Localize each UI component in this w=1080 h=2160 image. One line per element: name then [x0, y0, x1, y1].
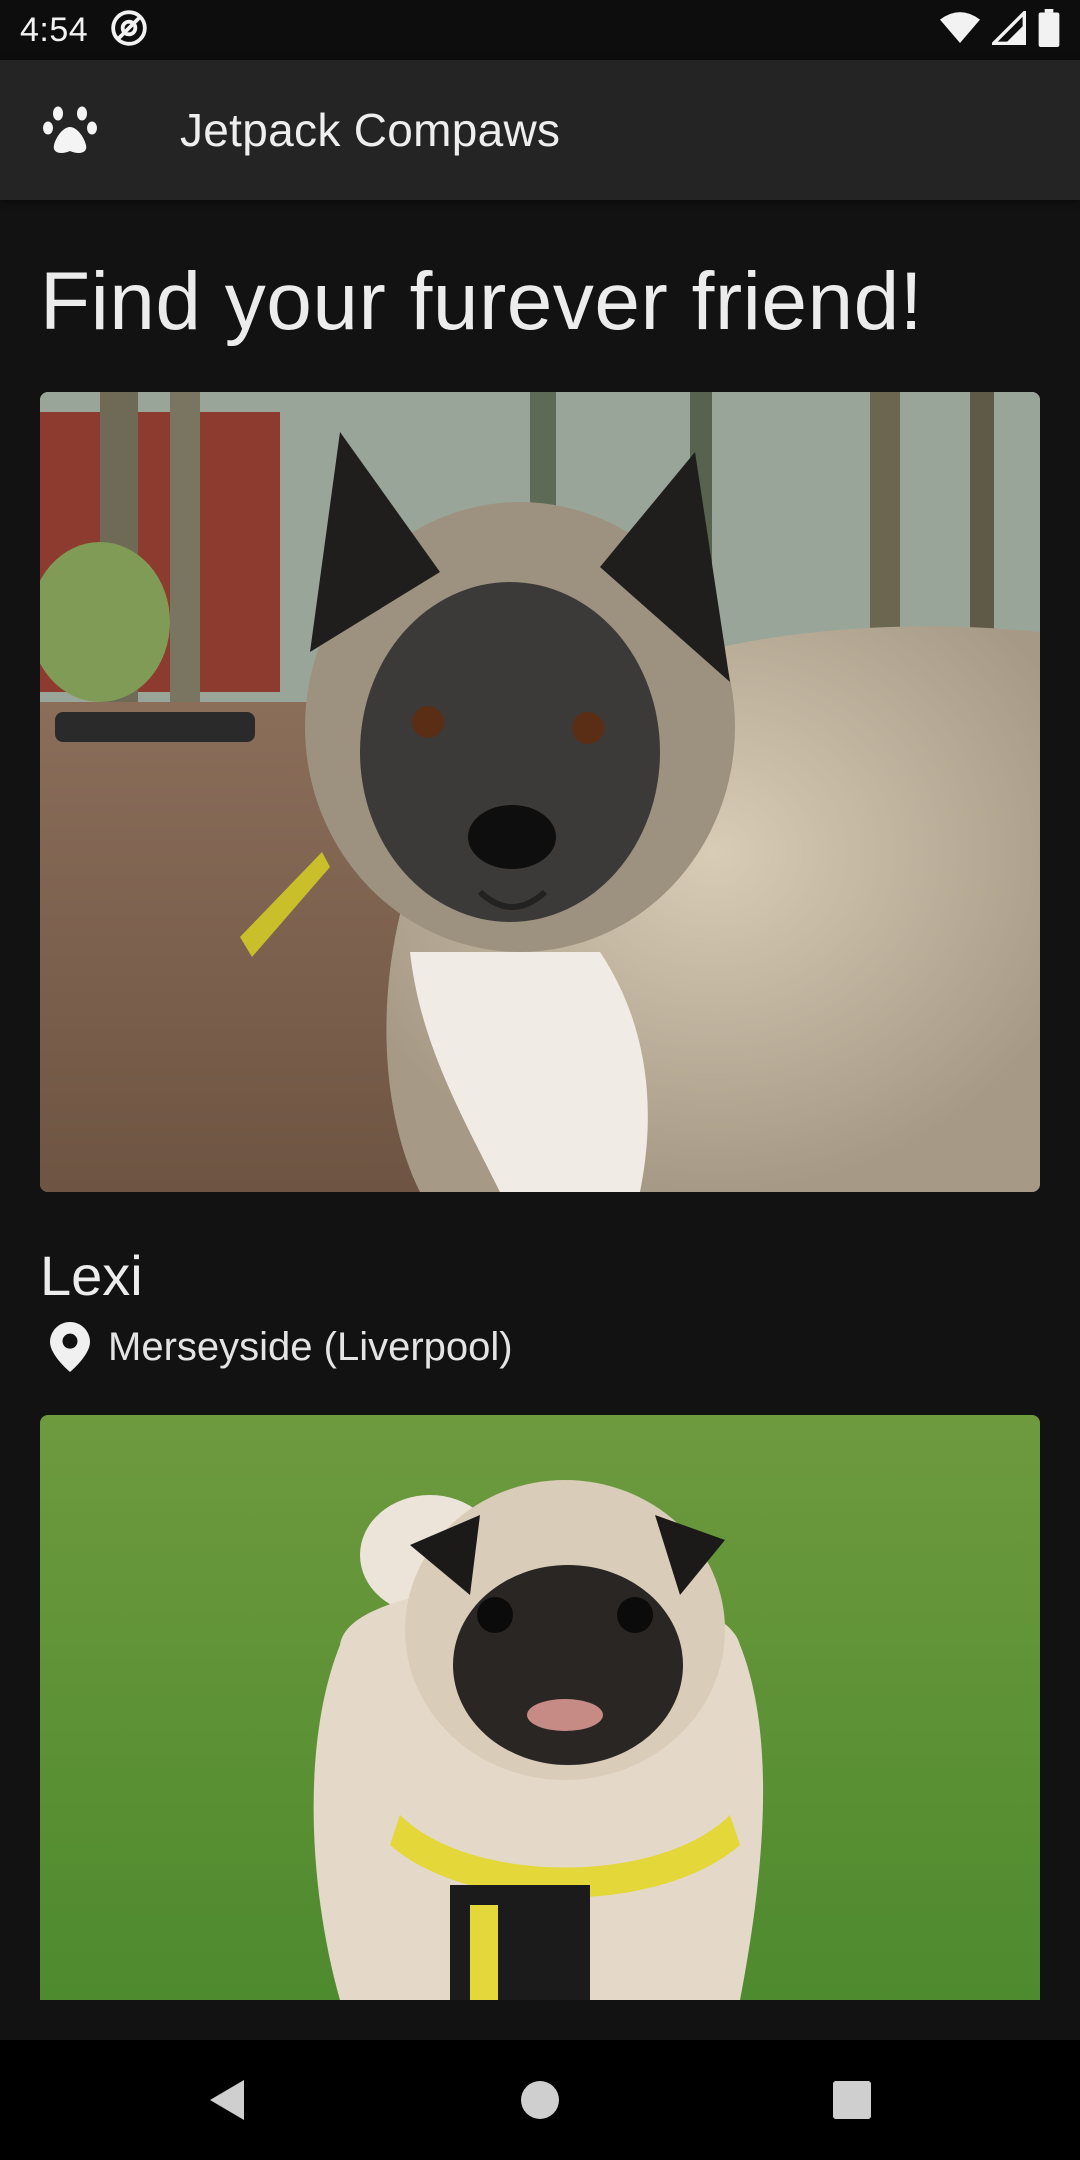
pet-card[interactable]: Lexi Merseyside (Liverpool): [40, 392, 1040, 1376]
location-pin-icon: [50, 1322, 90, 1372]
back-icon[interactable]: [72, 2040, 384, 2160]
screen: 4:54 Jetpack Compaws Find your furever f…: [0, 0, 1080, 2160]
at-sign-icon: [110, 9, 148, 52]
recents-icon[interactable]: [696, 2040, 1008, 2160]
pet-location: Merseyside (Liverpool): [40, 1318, 1040, 1376]
home-icon[interactable]: [384, 2040, 696, 2160]
pet-name: Lexi: [40, 1244, 143, 1307]
status-bar: 4:54: [0, 0, 1080, 60]
pug-dog-photo[interactable]: [40, 1415, 1040, 2000]
akita-dog-photo[interactable]: [40, 392, 1040, 1192]
status-time: 4:54: [20, 10, 89, 49]
pet-card[interactable]: [40, 1415, 1040, 2000]
app-bar: Jetpack Compaws: [0, 60, 1080, 200]
cell-signal-icon: [989, 8, 1026, 50]
system-nav-bar: [0, 2040, 1080, 2160]
page-headline: Find your furever friend!: [40, 256, 923, 347]
app-title: Jetpack Compaws: [180, 104, 561, 156]
wifi-icon: [940, 11, 980, 50]
paw-icon[interactable]: [0, 60, 140, 200]
pet-location-text: Merseyside (Liverpool): [108, 1324, 513, 1369]
pet-list[interactable]: Find your furever friend! Lexi Merseysid…: [40, 200, 1040, 1376]
battery-icon: [1038, 8, 1060, 52]
